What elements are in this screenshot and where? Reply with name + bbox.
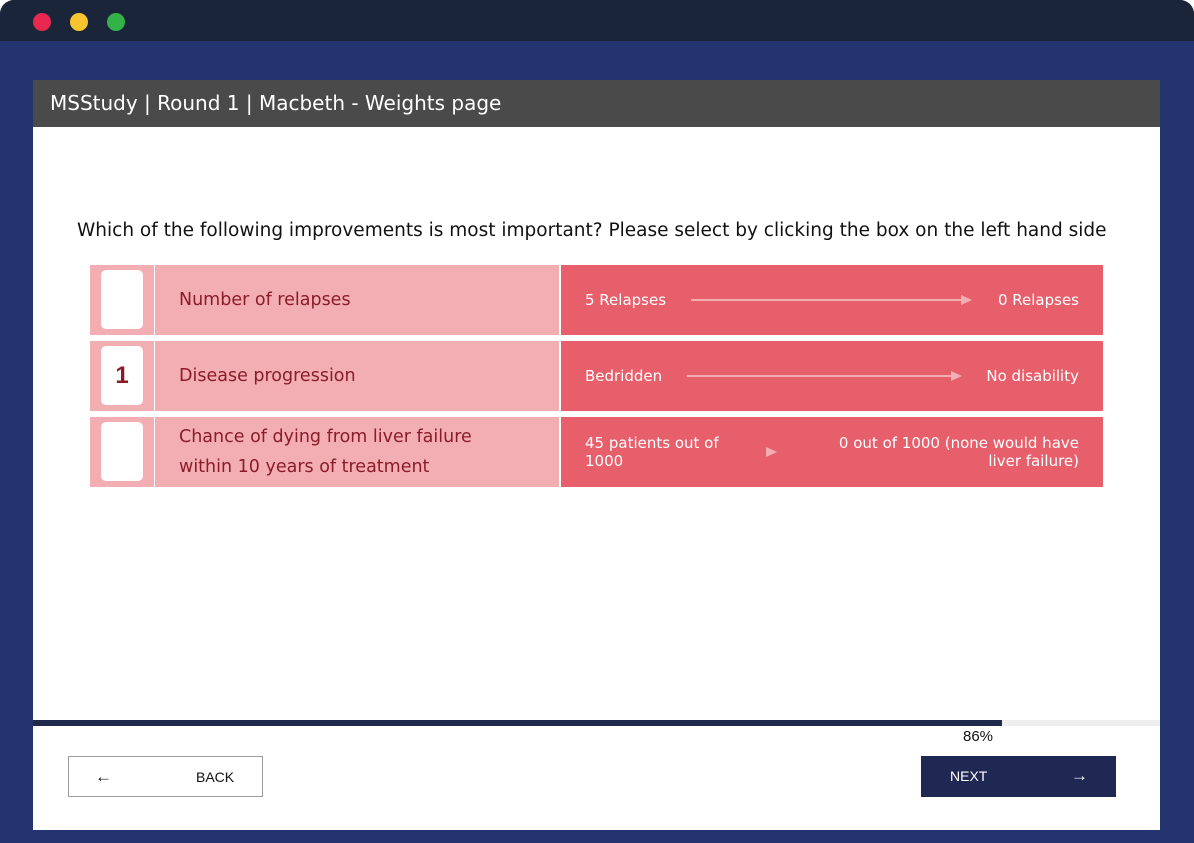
criterion-range: Bedridden No disability [561,341,1103,411]
criterion-row-disease-progression: 1 Disease progression Bedridden No disab… [90,341,1103,411]
progress-bar [33,720,1160,726]
progress-bar-fill [33,720,1003,726]
criterion-row-liver-failure: Chance of dying from liver failure withi… [90,417,1103,487]
range-to: No disability [986,367,1079,385]
window-titlebar [0,0,1194,41]
criterion-label: Disease progression [155,341,559,411]
arrow-left-icon: ← [95,767,112,786]
criterion-label: Number of relapses [155,265,559,335]
criterion-range: 5 Relapses 0 Relapses [561,265,1103,335]
close-window-button[interactable] [33,13,51,31]
criterion-label-text: Disease progression [179,366,356,386]
range-from-line2: 1000 [585,452,624,470]
range-from: 5 Relapses [585,291,667,309]
arrow-line [687,375,951,377]
browser-window: MSStudy | Round 1 | Macbeth - Weights pa… [0,0,1194,843]
arrow-right-icon: → [1071,766,1088,785]
next-button[interactable]: NEXT → [921,756,1116,797]
range-to-line2: liver failure) [988,452,1079,470]
arrow-right-icon [766,447,777,457]
maximize-window-button[interactable] [107,13,125,31]
rank-cell: 1 [90,341,154,411]
rank-select-box[interactable] [101,270,143,329]
next-button-label: NEXT [950,768,988,784]
range-from: 45 patients out of 1000 [585,417,719,487]
page-header: MSStudy | Round 1 | Macbeth - Weights pa… [33,80,1160,127]
range-to: 0 out of 1000 (none would have liver fai… [839,417,1079,487]
arrow-line [691,299,961,301]
question-text: Which of the following improvements is m… [77,220,1107,241]
range-to-line1: 0 out of 1000 (none would have [838,434,1079,452]
back-button-label: BACK [196,769,235,785]
range-to: 0 Relapses [997,291,1079,309]
criterion-range: 45 patients out of 1000 0 out of 1000 (n… [561,417,1103,487]
criterion-label: Chance of dying from liver failure withi… [155,417,559,487]
criterion-row-relapses: Number of relapses 5 Relapses 0 Relapses [90,265,1103,335]
rank-cell [90,417,154,487]
arrow-right-icon [951,371,962,381]
range-from: Bedridden [585,367,663,385]
minimize-window-button[interactable] [70,13,88,31]
range-from-line1: 45 patients out of [585,434,719,452]
back-button[interactable]: ← BACK [68,756,263,797]
criterion-label-text-line2: within 10 years of treatment [179,457,430,477]
arrow-right-icon [961,295,972,305]
criterion-label-text: Number of relapses [179,290,351,310]
survey-page: MSStudy | Round 1 | Macbeth - Weights pa… [33,80,1160,830]
progress-percent: 86% [963,728,994,745]
rank-cell [90,265,154,335]
criterion-label-text: Chance of dying from liver failure [179,427,472,447]
page-title: MSStudy | Round 1 | Macbeth - Weights pa… [50,91,502,115]
rank-select-box[interactable]: 1 [101,346,143,405]
rank-select-box[interactable] [101,422,143,481]
